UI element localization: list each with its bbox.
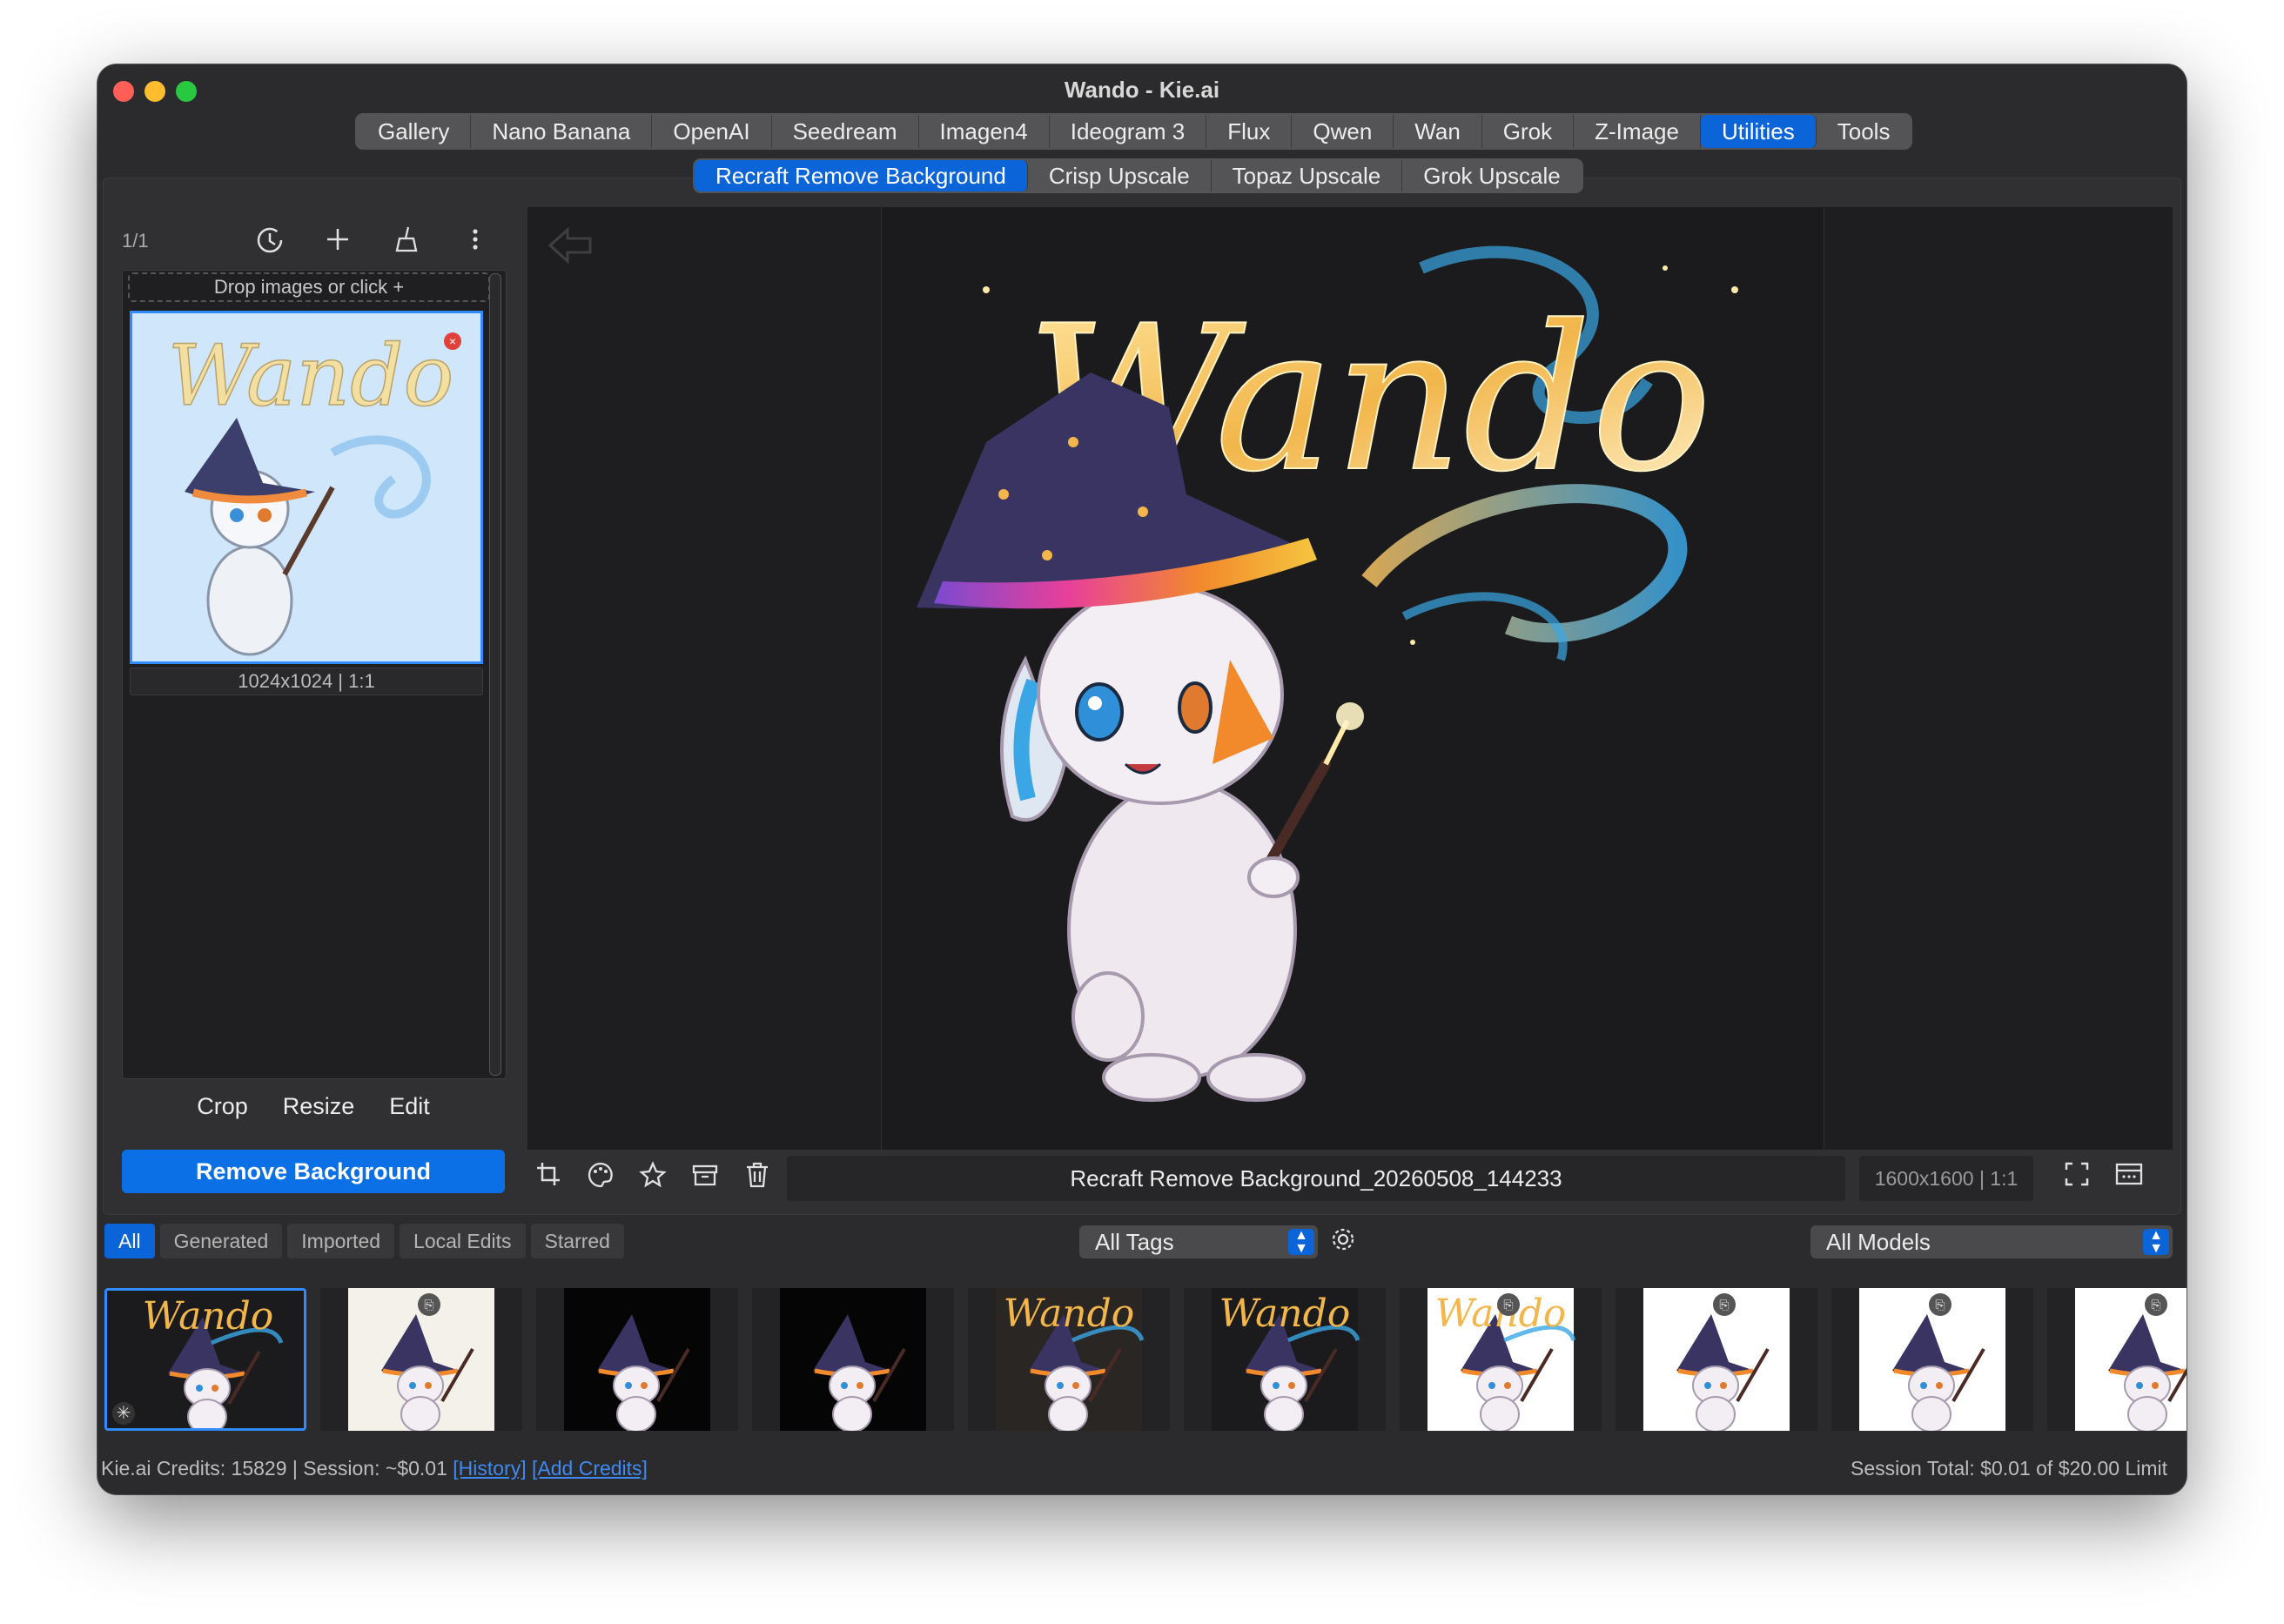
output-dimensions: 1600x1600 | 1:1: [1859, 1156, 2033, 1201]
viewer-toolbar: Recraft Remove Background_20260508_14423…: [527, 1152, 2173, 1205]
session-total: Session Total: $0.01 of $20.00 Limit: [1851, 1457, 2167, 1480]
thumbnail-image: [564, 1288, 710, 1431]
gallery-thumbnail[interactable]: ⎘: [2047, 1288, 2187, 1431]
edited-image-icon: ⎘: [2145, 1293, 2167, 1316]
tab-nano-banana[interactable]: Nano Banana: [471, 115, 653, 148]
tab-grok-upscale[interactable]: Grok Upscale: [1402, 160, 1582, 191]
models-select[interactable]: All Models ▲ ▼: [1810, 1225, 2173, 1258]
tab-imagen4[interactable]: Imagen4: [919, 115, 1050, 148]
panel-toggle-icon[interactable]: [2112, 1161, 2146, 1196]
thumbnail-logo-text: Wando: [1003, 1292, 1135, 1336]
result-image: Wando: [881, 207, 1824, 1150]
tags-select[interactable]: All Tags ▲ ▼: [1079, 1225, 1318, 1258]
edit-button[interactable]: Edit: [389, 1093, 430, 1120]
main-tab-bar: Gallery Nano Banana OpenAI Seedream Imag…: [355, 113, 1913, 150]
utility-tab-bar: Recraft Remove Background Crisp Upscale …: [693, 158, 1583, 193]
gallery-thumbnail[interactable]: Wando ✳: [104, 1288, 306, 1431]
tab-recraft-remove-background[interactable]: Recraft Remove Background: [695, 160, 1028, 191]
fullscreen-icon[interactable]: [2059, 1161, 2094, 1196]
tab-crisp-upscale[interactable]: Crisp Upscale: [1028, 160, 1212, 191]
history-link[interactable]: [History]: [453, 1457, 526, 1480]
edited-image-icon: ⎘: [1713, 1293, 1736, 1316]
star-icon[interactable]: [635, 1161, 670, 1196]
image-actions: Crop Resize Edit: [122, 1093, 505, 1120]
filter-local-edits[interactable]: Local Edits: [400, 1224, 526, 1258]
title-bar: Wando - Kie.ai: [97, 64, 2187, 113]
palette-icon[interactable]: [583, 1161, 618, 1196]
add-icon[interactable]: [320, 225, 355, 259]
crop-button[interactable]: Crop: [197, 1093, 248, 1120]
chevron-updown-icon: ▲ ▼: [2143, 1229, 2169, 1256]
tab-openai[interactable]: OpenAI: [652, 115, 772, 148]
remove-image-icon[interactable]: ×: [444, 332, 461, 350]
tab-gallery[interactable]: Gallery: [357, 115, 472, 148]
tags-select-value: All Tags: [1095, 1229, 1174, 1255]
filter-imported[interactable]: Imported: [287, 1224, 395, 1258]
resize-button[interactable]: Resize: [283, 1093, 355, 1120]
edited-image-icon: ⎘: [418, 1293, 440, 1316]
input-image-thumbnail[interactable]: Wando ×: [130, 311, 483, 664]
drop-zone[interactable]: Drop images or click +: [128, 272, 490, 302]
crop-icon[interactable]: [531, 1161, 566, 1196]
add-credits-link[interactable]: [Add Credits]: [532, 1457, 648, 1480]
back-arrow-icon[interactable]: [547, 226, 595, 275]
window-title: Wando - Kie.ai: [1064, 77, 1220, 103]
tab-wan[interactable]: Wan: [1394, 115, 1482, 148]
image-dimensions: 1024x1024 | 1:1: [130, 668, 483, 695]
tab-z-image[interactable]: Z-Image: [1574, 115, 1701, 148]
gear-icon[interactable]: [1329, 1225, 1357, 1260]
filter-all[interactable]: All: [104, 1224, 155, 1258]
gallery-thumbnail[interactable]: ⎘: [1616, 1288, 1817, 1431]
broom-icon[interactable]: [390, 225, 425, 259]
history-icon[interactable]: [252, 225, 287, 259]
gallery-thumbnail[interactable]: Wando ⎘: [1400, 1288, 1602, 1431]
tab-grok[interactable]: Grok: [1482, 115, 1575, 148]
gallery-thumbnail[interactable]: ⎘: [320, 1288, 522, 1431]
gallery-thumbnail[interactable]: Wando: [1184, 1288, 1386, 1431]
gallery-thumbnail[interactable]: ⎘: [1831, 1288, 2033, 1431]
tab-tools[interactable]: Tools: [1817, 115, 1911, 148]
input-list-scrollbar[interactable]: [489, 273, 501, 1076]
tab-qwen[interactable]: Qwen: [1292, 115, 1394, 148]
asterisk-icon: ✳: [112, 1402, 135, 1425]
remove-background-button[interactable]: Remove Background: [122, 1150, 505, 1193]
credits-status: Kie.ai Credits: 15829 | Session: ~$0.01 …: [101, 1457, 648, 1480]
output-filename: Recraft Remove Background_20260508_14423…: [787, 1156, 1845, 1201]
input-image-list[interactable]: Drop images or click + Wando × 1024x1024…: [122, 270, 507, 1079]
thumbnail-image: [780, 1288, 926, 1431]
thumbnail-logo-text: Wando: [1219, 1292, 1351, 1336]
trash-icon[interactable]: [740, 1161, 775, 1196]
gallery-thumbnail[interactable]: [536, 1288, 738, 1431]
models-select-value: All Models: [1826, 1229, 1931, 1255]
thumbnail-logo-text: Wando: [142, 1294, 274, 1339]
tab-flux[interactable]: Flux: [1206, 115, 1293, 148]
gallery-filters: All Generated Imported Local Edits Starr…: [104, 1224, 629, 1258]
chevron-updown-icon: ▲ ▼: [1288, 1229, 1314, 1256]
edited-image-icon: ⎘: [1929, 1293, 1951, 1316]
filter-generated[interactable]: Generated: [159, 1224, 283, 1258]
svg-text:Wando: Wando: [168, 327, 454, 425]
filter-starred[interactable]: Starred: [530, 1224, 624, 1258]
archive-icon[interactable]: [688, 1161, 722, 1196]
tab-utilities[interactable]: Utilities: [1700, 115, 1817, 148]
gallery-thumbnail[interactable]: Wando: [968, 1288, 1170, 1431]
tab-topaz-upscale[interactable]: Topaz Upscale: [1212, 160, 1403, 191]
credits-text: Kie.ai Credits: 15829 | Session: ~$0.01: [101, 1457, 447, 1480]
app-window: Wando - Kie.ai Gallery Nano Banana OpenA…: [97, 64, 2187, 1494]
tab-ideogram-3[interactable]: Ideogram 3: [1050, 115, 1207, 148]
tab-seedream[interactable]: Seedream: [772, 115, 919, 148]
image-viewer: Wando: [527, 207, 2173, 1150]
edited-image-icon: ⎘: [1497, 1293, 1520, 1316]
gallery-thumbnail[interactable]: [752, 1288, 954, 1431]
image-counter: 1/1: [122, 230, 149, 252]
more-icon[interactable]: [458, 225, 493, 259]
gallery-strip[interactable]: Wando ✳ ⎘ Wando Wando Wando ⎘ ⎘ ⎘ ⎘: [104, 1288, 2187, 1431]
